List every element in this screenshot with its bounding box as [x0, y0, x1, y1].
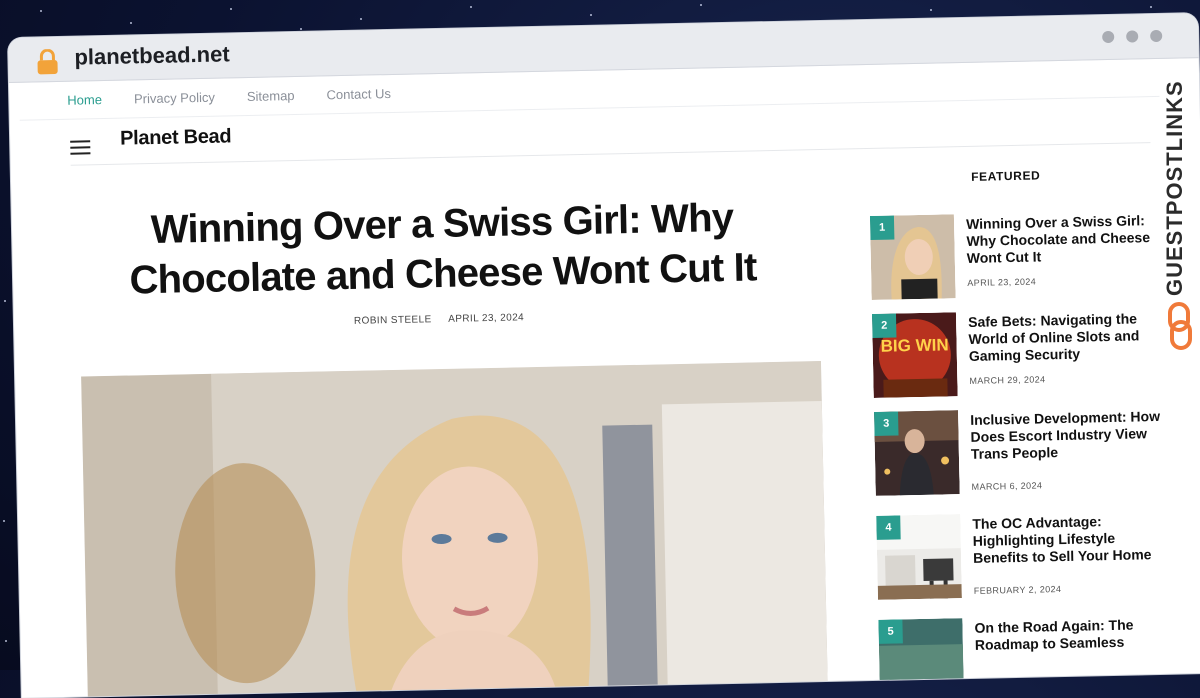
featured-item-date: MARCH 29, 2024: [969, 374, 1046, 386]
site-brand[interactable]: Planet Bead: [120, 125, 232, 150]
top-navigation: Home Privacy Policy Sitemap Contact Us: [67, 85, 423, 108]
article-title: Winning Over a Swiss Girl: Why Chocolate…: [129, 195, 757, 303]
featured-item[interactable]: 5 On the Road Again: The Roadmap to Seam…: [878, 614, 1180, 698]
featured-item-title[interactable]: On the Road Again: The Roadmap to Seamle…: [974, 616, 1165, 654]
lock-icon: [36, 48, 59, 80]
featured-rank-badge: 4: [876, 515, 901, 540]
featured-item[interactable]: BIG WIN 2 Safe Bets: Navigating the Worl…: [871, 308, 1174, 404]
featured-item-title[interactable]: Safe Bets: Navigating the World of Onlin…: [968, 310, 1159, 365]
address-bar-url[interactable]: planetbead.net: [74, 41, 230, 70]
nav-link-sitemap[interactable]: Sitemap: [247, 88, 295, 104]
guestpostlinks-text: GUESTPOSTLINKS: [1162, 80, 1187, 296]
featured-thumbnail[interactable]: 5: [878, 618, 965, 698]
article-author[interactable]: ROBIN STEELE: [354, 314, 432, 327]
featured-thumbnail[interactable]: BIG WIN 2: [871, 312, 958, 398]
featured-item-date: MARCH 6, 2024: [971, 480, 1043, 492]
featured-item-title[interactable]: Winning Over a Swiss Girl: Why Chocolate…: [966, 212, 1157, 267]
nav-link-contact-us[interactable]: Contact Us: [326, 86, 391, 102]
nav-link-privacy-policy[interactable]: Privacy Policy: [134, 90, 215, 107]
article-hero-image: [81, 361, 828, 698]
hamburger-menu-icon[interactable]: [70, 136, 91, 158]
featured-thumbnail[interactable]: 4: [876, 514, 962, 600]
chain-link-icon: [1166, 302, 1194, 355]
window-controls: [1102, 29, 1163, 44]
featured-item[interactable]: 1 Winning Over a Swiss Girl: Why Chocola…: [869, 210, 1172, 306]
nav-link-home[interactable]: Home: [67, 92, 102, 108]
featured-item-title[interactable]: The OC Advantage: Highlighting Lifestyle…: [972, 512, 1163, 567]
featured-heading: FEATURED: [970, 168, 1041, 184]
window-dot-icon[interactable]: [1126, 30, 1139, 43]
featured-thumbnail[interactable]: 3: [874, 410, 960, 496]
featured-rank-badge: 2: [871, 313, 897, 338]
featured-rank-badge: 1: [869, 215, 895, 240]
featured-thumbnail-text: BIG WIN: [880, 335, 948, 355]
featured-item[interactable]: 4 The OC Advantage: Highlighting Lifesty…: [876, 510, 1178, 606]
browser-window: planetbead.net Home Privacy Policy Sitem…: [8, 13, 1200, 698]
featured-thumbnail[interactable]: 1: [869, 214, 956, 300]
featured-rank-badge: 5: [878, 619, 903, 644]
browser-toolbar: planetbead.net: [8, 13, 1199, 83]
featured-item-date: FEBRUARY 2, 2024: [973, 584, 1062, 596]
article-date: APRIL 23, 2024: [448, 312, 525, 325]
featured-item[interactable]: 3 Inclusive Development: How Does Escort…: [874, 406, 1176, 502]
featured-item-title[interactable]: Inclusive Development: How Does Escort I…: [970, 408, 1161, 463]
featured-item-date: APRIL 23, 2024: [967, 276, 1037, 288]
window-dot-icon[interactable]: [1150, 29, 1163, 43]
divider: [70, 142, 1151, 166]
window-dot-icon[interactable]: [1102, 30, 1115, 44]
featured-rank-badge: 3: [874, 411, 899, 436]
article-meta: ROBIN STEELE APRIL 23, 2024: [354, 312, 538, 327]
